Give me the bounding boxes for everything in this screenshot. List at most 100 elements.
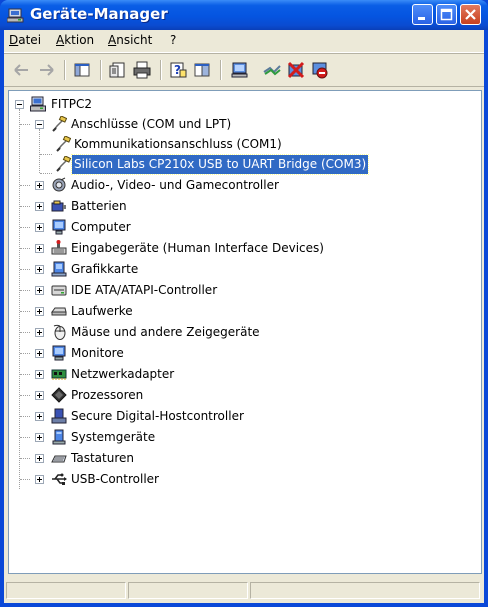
tree-category-usb[interactable]: USB-Controller	[9, 470, 349, 489]
tree-connector	[20, 248, 30, 250]
toolbar-separator	[220, 60, 221, 80]
update-driver-icon[interactable]	[262, 60, 282, 80]
close-button[interactable]	[460, 4, 481, 25]
status-panel	[6, 582, 126, 599]
toolbar-separator	[100, 60, 101, 80]
minimize-icon	[418, 17, 425, 20]
menu-aktion[interactable]: Aktion	[56, 33, 94, 47]
tree-category-mice[interactable]: Mäuse und andere Zeigegeräte	[9, 323, 349, 342]
expand-icon[interactable]	[35, 286, 44, 295]
title-bar[interactable]: Geräte-Manager	[0, 0, 488, 30]
tree-category-processors[interactable]: Prozessoren	[9, 386, 349, 405]
tree-category-computer[interactable]: Computer	[9, 218, 349, 237]
tree-category-hid[interactable]: Eingabegeräte (Human Interface Devices)	[9, 239, 369, 258]
menu-help[interactable]: ?	[170, 33, 176, 47]
expand-icon[interactable]	[35, 370, 44, 379]
expand-icon[interactable]	[35, 223, 44, 232]
processor-icon	[51, 387, 67, 403]
tree-category-drives[interactable]: Laufwerke	[9, 302, 349, 321]
tree-category-label: Laufwerke	[71, 304, 133, 318]
monitor-icon	[52, 345, 66, 361]
view-icon[interactable]	[192, 60, 212, 80]
port-connector-icon	[56, 136, 71, 152]
mouse-icon	[53, 324, 66, 340]
tree-device-com1[interactable]: Kommunikationsanschluss (COM1)	[9, 135, 369, 154]
menu-ansicht[interactable]: Ansicht	[108, 33, 152, 47]
device-tree[interactable]: FITPC2 Anschlüsse (COM und LPT) Kommunik…	[8, 90, 482, 574]
display-adapter-icon	[51, 261, 67, 277]
tree-category-system[interactable]: Systemgeräte	[9, 428, 349, 447]
properties-icon[interactable]	[108, 60, 128, 80]
minimize-button[interactable]	[412, 4, 433, 25]
scan-hardware-icon[interactable]	[230, 60, 250, 80]
keyboard-joystick-icon	[51, 240, 67, 255]
tree-category-ports-label: Anschlüsse (COM und LPT)	[71, 117, 232, 131]
help-icon[interactable]: ?	[168, 60, 188, 80]
tree-connector	[20, 185, 30, 187]
tree-category-label: Computer	[71, 220, 131, 234]
tree-connector	[20, 437, 30, 439]
menu-bar: Datei Aktion Ansicht ?	[4, 30, 484, 53]
maximize-button[interactable]	[436, 4, 457, 25]
tree-category-label: Batterien	[71, 199, 127, 213]
tree-connector	[20, 206, 30, 208]
battery-icon	[51, 200, 66, 212]
disable-icon[interactable]	[310, 60, 330, 80]
tree-category-graphics[interactable]: Grafikkarte	[9, 260, 349, 279]
tree-device-com1-label: Kommunikationsanschluss (COM1)	[74, 137, 282, 151]
tree-category-ports[interactable]: Anschlüsse (COM und LPT)	[9, 115, 349, 134]
window-title: Geräte-Manager	[30, 5, 168, 23]
tree-category-batteries[interactable]: Batterien	[9, 197, 349, 216]
tree-connector	[20, 290, 30, 292]
expand-icon[interactable]	[35, 307, 44, 316]
toolbar-separator	[160, 60, 161, 80]
tree-category-label: Monitore	[71, 346, 124, 360]
expand-icon[interactable]	[35, 475, 44, 484]
tree-category-label: IDE ATA/ATAPI-Controller	[71, 283, 218, 297]
tree-category-label: Secure Digital-Hostcontroller	[71, 409, 244, 423]
status-panel	[128, 582, 248, 599]
print-icon[interactable]	[132, 60, 152, 80]
collapse-icon[interactable]	[15, 100, 24, 109]
tree-root[interactable]: FITPC2	[9, 95, 309, 114]
speaker-icon	[52, 177, 66, 192]
collapse-icon[interactable]	[35, 120, 44, 129]
tree-category-monitors[interactable]: Monitore	[9, 344, 349, 363]
expand-icon[interactable]	[35, 433, 44, 442]
window-client-area: Datei Aktion Ansicht ? ? FITPC2 Anschlüs…	[4, 30, 484, 603]
tree-category-label: Audio-, Video- und Gamecontroller	[71, 178, 279, 192]
device-manager-icon	[7, 8, 24, 23]
tree-category-audio[interactable]: Audio-, Video- und Gamecontroller	[9, 176, 349, 195]
tree-category-label: Eingabegeräte (Human Interface Devices)	[71, 241, 324, 255]
tree-device-com3[interactable]: Silicon Labs CP210x USB to UART Bridge (…	[9, 154, 449, 175]
expand-icon[interactable]	[35, 454, 44, 463]
tree-category-label: Netzwerkadapter	[71, 367, 175, 381]
tree-category-label: Mäuse und andere Zeigegeräte	[71, 325, 260, 339]
expand-icon[interactable]	[35, 202, 44, 211]
tree-connector	[20, 227, 30, 229]
tree-connector	[20, 374, 30, 376]
show-hide-tree-icon[interactable]	[72, 60, 92, 80]
expand-icon[interactable]	[35, 391, 44, 400]
network-adapter-icon	[51, 369, 67, 380]
uninstall-icon[interactable]	[286, 60, 306, 80]
expand-icon[interactable]	[35, 349, 44, 358]
expand-icon[interactable]	[35, 265, 44, 274]
tree-connector	[20, 353, 30, 355]
tree-connector	[20, 269, 30, 271]
tree-category-keyboards[interactable]: Tastaturen	[9, 449, 349, 468]
expand-icon[interactable]	[35, 412, 44, 421]
expand-icon[interactable]	[35, 244, 44, 253]
computer-icon	[52, 219, 66, 235]
system-device-icon	[52, 429, 66, 445]
back-icon[interactable]	[12, 60, 32, 80]
tree-category-sd-host[interactable]: Secure Digital-Hostcontroller	[9, 407, 349, 426]
expand-icon[interactable]	[35, 328, 44, 337]
forward-icon[interactable]	[36, 60, 56, 80]
tree-connector	[20, 311, 30, 313]
expand-icon[interactable]	[35, 181, 44, 190]
tree-category-network[interactable]: Netzwerkadapter	[9, 365, 349, 384]
menu-datei[interactable]: Datei	[9, 33, 41, 47]
tree-root-label: FITPC2	[51, 97, 93, 111]
tree-category-ide[interactable]: IDE ATA/ATAPI-Controller	[9, 281, 349, 300]
